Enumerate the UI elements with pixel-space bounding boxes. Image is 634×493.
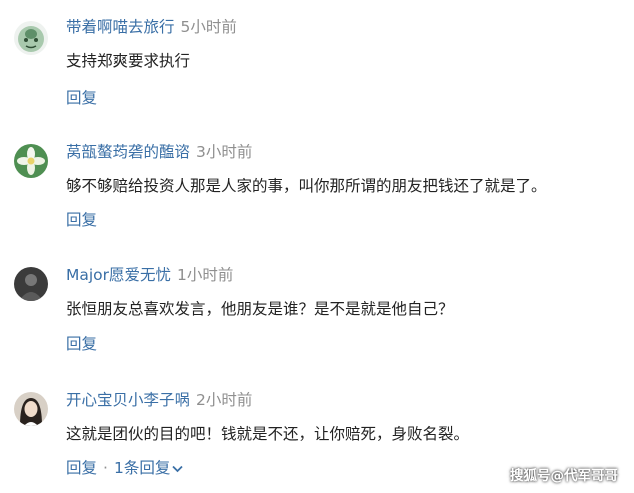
reply-button[interactable]: 回复 [66, 459, 97, 477]
timestamp: 2小时前 [196, 391, 253, 409]
comment-actions: 回复 [66, 210, 97, 230]
username[interactable]: 开心宝贝小李子㖞 [66, 391, 190, 409]
comment-text: 张恒朋友总喜欢发言，他朋友是谁？是不是就是他自己？ [66, 300, 454, 318]
username[interactable]: 带着啊喵去旅行 [66, 18, 175, 36]
woman-portrait-photo [14, 392, 48, 426]
watermark: 搜狐号@代军哥哥 [510, 468, 618, 484]
comment-text: 支持郑爽要求执行 [66, 52, 191, 70]
username[interactable]: Major愿爱无忧 [66, 266, 171, 284]
dark-profile-photo [14, 267, 48, 301]
view-replies-button[interactable]: 1条回复 [114, 459, 183, 477]
comment-actions: 回复 [66, 88, 97, 108]
avatar[interactable] [14, 144, 48, 178]
avatar[interactable] [14, 392, 48, 426]
comment-header: 带着啊喵去旅行 5小时前 [66, 17, 237, 37]
green-flower-icon [14, 144, 48, 178]
reply-button[interactable]: 回复 [66, 211, 97, 229]
replies-count-label: 1条回复 [113, 459, 171, 477]
comment-header: Major愿爱无忧 1小时前 [66, 265, 233, 285]
timestamp: 3小时前 [196, 143, 253, 161]
comment-text: 够不够赔给投资人那是人家的事，叫你那所谓的朋友把钱还了就是了。 [66, 177, 547, 195]
reply-button[interactable]: 回复 [66, 89, 97, 107]
separator-dot: · [103, 459, 108, 477]
comment-text: 这就是团伙的目的吧！钱就是不还，让你赔死，身败名裂。 [66, 425, 470, 443]
comment-actions: 回复 [66, 334, 97, 354]
comment-header: 莴瓿螯荺砻的醢谘 3小时前 [66, 142, 252, 162]
green-cartoon-face-icon [14, 21, 48, 55]
comment-header: 开心宝贝小李子㖞 2小时前 [66, 390, 252, 410]
timestamp: 5小时前 [180, 18, 237, 36]
username[interactable]: 莴瓿螯荺砻的醢谘 [66, 143, 190, 161]
chevron-down-icon [172, 465, 183, 472]
avatar[interactable] [14, 21, 48, 55]
reply-button[interactable]: 回复 [66, 335, 97, 353]
timestamp: 1小时前 [177, 266, 234, 284]
comment-actions: 回复 · 1条回复 [66, 458, 183, 478]
avatar[interactable] [14, 267, 48, 301]
